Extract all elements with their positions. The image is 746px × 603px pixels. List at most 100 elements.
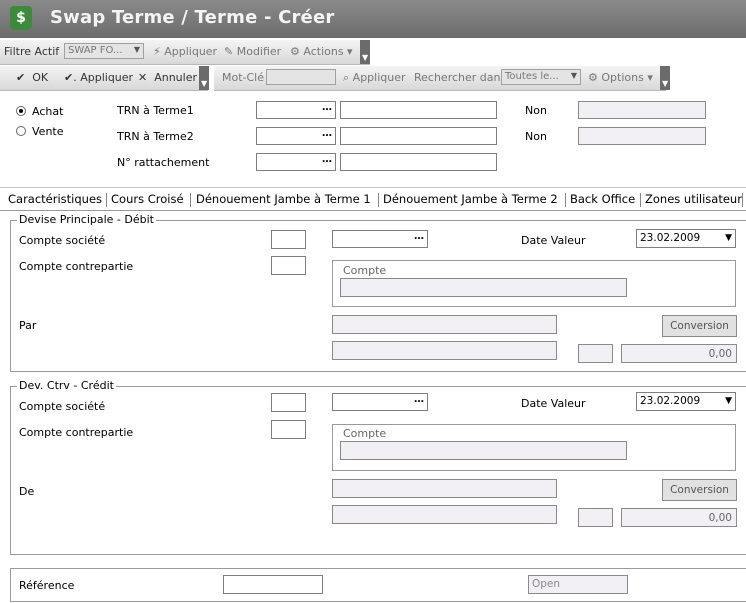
debit-par-field-2[interactable]: [332, 341, 557, 360]
debit-compte-field[interactable]: [340, 278, 627, 297]
radio-vente[interactable]: [16, 126, 26, 136]
non2-field: [578, 127, 706, 145]
search-apply-button[interactable]: ⌕ Appliquer: [343, 71, 406, 85]
tab-separator: [565, 193, 566, 207]
credit-de-label: De: [19, 485, 35, 498]
toolbar-grip[interactable]: ▼: [660, 66, 670, 90]
tab-separator: [640, 193, 641, 207]
chevron-down-icon: ▼: [133, 45, 140, 54]
tab-separator: [190, 193, 191, 207]
toolbar-grip[interactable]: ▼: [199, 66, 209, 90]
keyword-input[interactable]: [266, 69, 336, 85]
debit-company-account-field[interactable]: [271, 230, 306, 249]
chevron-down-icon: ▼: [725, 396, 732, 406]
tab-denouement-2[interactable]: Dénouement Jambe à Terme 2: [383, 192, 558, 206]
modify-button[interactable]: ✎ Modifier: [224, 45, 281, 58]
reference-label: Référence: [19, 579, 75, 592]
debit-compte-label: Compte: [343, 264, 387, 277]
chevron-down-icon: ▼: [570, 71, 577, 80]
ok-button[interactable]: ✔ OK: [16, 71, 48, 84]
check-icon: ✔.: [64, 71, 77, 84]
credit-value-date-label: Date Valeur: [521, 397, 586, 410]
ellipsis-icon[interactable]: …: [412, 395, 426, 409]
trn2-desc-field[interactable]: [340, 127, 497, 145]
ellipsis-icon[interactable]: …: [412, 232, 426, 246]
radio-achat-label: Achat: [32, 105, 64, 118]
filter-label: Filtre Actif: [4, 45, 60, 58]
search-in-select[interactable]: Toutes le... ▼: [501, 69, 581, 85]
footer-group: [10, 568, 746, 602]
filter-select[interactable]: SWAP FO... ▼: [64, 43, 144, 59]
non2-label: Non: [525, 130, 547, 143]
debit-par-field[interactable]: [332, 315, 557, 334]
tab-zones-utilisateur[interactable]: Zones utilisateur: [645, 192, 742, 206]
trn1-picker[interactable]: …: [256, 101, 336, 119]
credit-compte-field[interactable]: [340, 441, 627, 460]
binoculars-icon: ⌕: [343, 71, 350, 84]
gear-icon: ⚙: [588, 71, 598, 84]
link-desc-field[interactable]: [340, 153, 497, 171]
gear-icon: ⚙: [290, 45, 300, 58]
trn1-label: TRN à Terme1: [117, 104, 194, 117]
debit-counter-account-label: Compte contrepartie: [19, 260, 134, 273]
debit-conversion-button[interactable]: Conversion: [662, 315, 737, 337]
non1-field: [578, 101, 706, 119]
ellipsis-icon[interactable]: …: [320, 129, 334, 143]
trn2-label: TRN à Terme2: [117, 130, 194, 143]
tab-back-office[interactable]: Back Office: [570, 192, 635, 206]
debit-company-account-label: Compte société: [19, 234, 106, 247]
credit-group-title: Dev. Ctrv - Crédit: [17, 379, 116, 392]
tab-separator: [378, 193, 379, 207]
tab-denouement-1[interactable]: Dénouement Jambe à Terme 1: [196, 192, 371, 206]
close-icon: ✕: [138, 71, 148, 84]
keyword-label: Mot-Clé: [222, 71, 265, 84]
status-field: Open: [528, 575, 628, 594]
radio-achat[interactable]: [16, 106, 26, 116]
credit-de-field[interactable]: [332, 479, 557, 498]
ellipsis-icon[interactable]: …: [320, 103, 334, 117]
wand-icon: ⚡: [153, 45, 161, 58]
debit-value-date-label: Date Valeur: [521, 234, 586, 247]
credit-compte-label: Compte: [343, 427, 387, 440]
wand-icon: ✎: [224, 45, 234, 58]
apply-button[interactable]: ✔. Appliquer: [64, 71, 133, 84]
trn2-picker[interactable]: …: [256, 127, 336, 145]
credit-value-date-picker[interactable]: 23.02.2009 ▼: [636, 392, 736, 411]
tab-separator: [742, 193, 743, 207]
debit-counter-account-field[interactable]: [271, 256, 306, 275]
credit-conversion-button[interactable]: Conversion: [662, 479, 737, 501]
toolbar-grip[interactable]: ▼: [360, 40, 370, 64]
search-in-label: Rechercher dans: [414, 71, 507, 84]
debit-group-title: Devise Principale - Débit: [17, 213, 156, 226]
trn1-desc-field[interactable]: [340, 101, 497, 119]
tab-separator: [106, 193, 107, 207]
debit-amount-field[interactable]: 0,00: [621, 344, 737, 363]
actions-menu[interactable]: ⚙ Actions ▾: [290, 45, 353, 58]
tab-cours-croise[interactable]: Cours Croisé: [111, 192, 184, 206]
debit-account-picker[interactable]: …: [332, 230, 428, 248]
credit-de-field-2[interactable]: [332, 505, 557, 524]
check-icon: ✔: [16, 71, 26, 84]
credit-amount-field[interactable]: 0,00: [621, 508, 737, 527]
app-icon: $: [10, 6, 32, 30]
chevron-down-icon: ▼: [725, 233, 732, 243]
debit-value-date-picker[interactable]: 23.02.2009 ▼: [636, 229, 736, 248]
credit-counter-account-field[interactable]: [271, 420, 306, 439]
debit-par-label: Par: [19, 319, 37, 332]
tab-caracteristiques[interactable]: Caractéristiques: [8, 192, 102, 206]
credit-counter-account-label: Compte contrepartie: [19, 426, 134, 439]
ellipsis-icon[interactable]: …: [320, 155, 334, 169]
cancel-button[interactable]: ✕ Annuler: [138, 71, 197, 84]
link-picker[interactable]: …: [256, 153, 336, 171]
debit-currency-field[interactable]: [578, 344, 613, 363]
credit-account-picker[interactable]: …: [332, 393, 428, 411]
link-label: N° rattachement: [117, 156, 210, 169]
apply-filter-button[interactable]: ⚡ Appliquer: [153, 45, 217, 58]
reference-field[interactable]: [223, 575, 323, 594]
credit-company-account-label: Compte société: [19, 400, 106, 413]
credit-company-account-field[interactable]: [271, 393, 306, 412]
window-title: Swap Terme / Terme - Créer: [50, 7, 335, 28]
options-menu[interactable]: ⚙ Options ▾: [588, 71, 653, 84]
credit-currency-field[interactable]: [578, 508, 613, 527]
radio-vente-label: Vente: [32, 125, 64, 138]
